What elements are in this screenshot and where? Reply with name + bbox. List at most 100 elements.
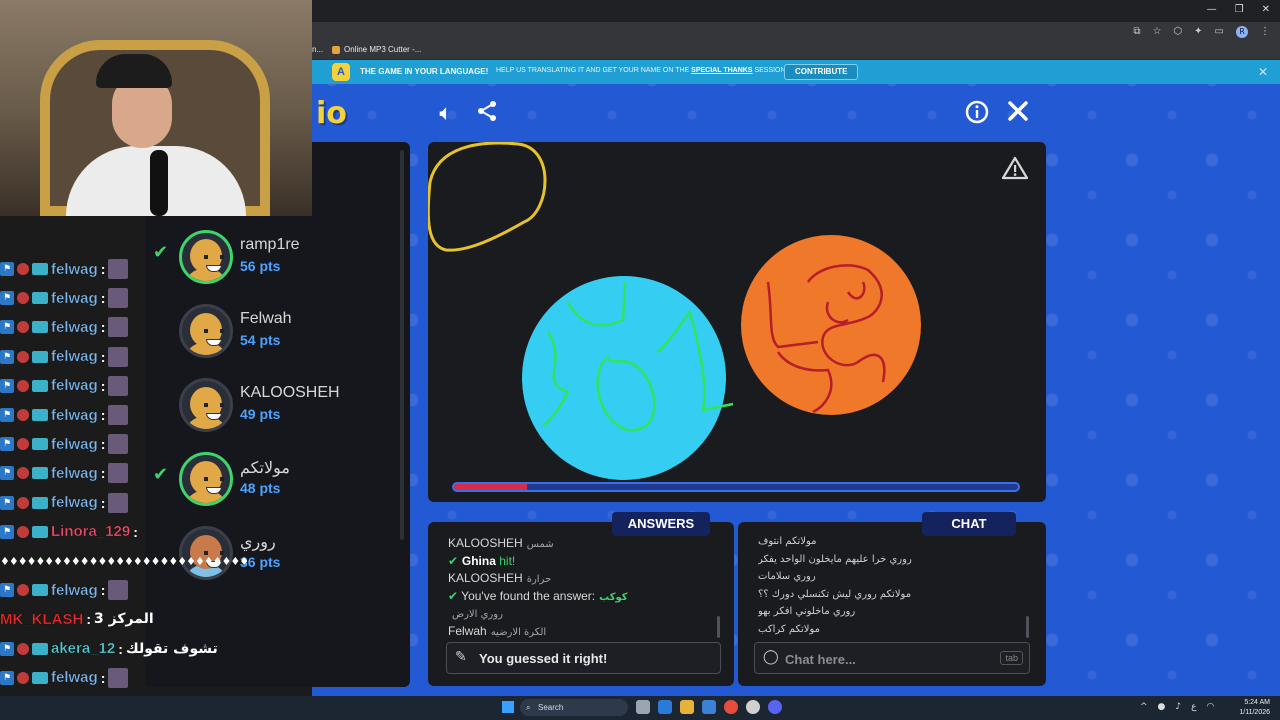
stream-chat-username[interactable]: felwag — [51, 436, 98, 453]
stream-chat-colon: : — [100, 669, 106, 686]
avatar-eyes — [204, 255, 224, 259]
chat-scrollbar[interactable] — [1026, 616, 1029, 638]
sub-badge-icon — [17, 525, 29, 538]
player-row[interactable]: KALOOSHEH 49 pts — [145, 370, 395, 440]
file-explorer-icon[interactable] — [680, 700, 694, 714]
taskbar-clock[interactable]: 5:24 AM 1/11/2026 — [1239, 698, 1270, 718]
stream-chat-line: ⚑ felwag: — [0, 344, 129, 370]
avatar-face — [190, 313, 224, 347]
close-game-icon[interactable] — [1004, 100, 1032, 128]
players-scrollbar[interactable] — [400, 150, 404, 540]
stream-emote — [108, 434, 129, 455]
tab-key-hint: tab — [1000, 651, 1023, 665]
bookmark-favicon — [332, 45, 340, 54]
tab-answers[interactable]: ANSWERS — [612, 512, 710, 536]
chat-input-box[interactable]: ◯ tab — [754, 642, 1030, 674]
language-indicator[interactable]: ع — [1191, 702, 1196, 712]
minimize-icon[interactable]: — — [1207, 4, 1217, 15]
extension-icon[interactable]: ⬡ — [1173, 26, 1182, 38]
clock-time: 5:24 AM — [1244, 699, 1270, 706]
stream-chat-username[interactable]: felwag — [51, 669, 98, 686]
avatar-mouth — [206, 265, 222, 272]
prime-badge-icon: ⚑ — [0, 262, 14, 276]
bookmark-mp3-cutter[interactable]: Online MP3 Cutter -... — [332, 45, 421, 54]
discord-icon[interactable] — [768, 700, 782, 714]
stream-chat-line: ⚑ felwag: — [0, 665, 129, 691]
taskbar-search[interactable]: ⌕ Search — [520, 699, 628, 716]
player-row[interactable]: Felwah 54 pts — [145, 296, 395, 366]
start-icon[interactable] — [502, 701, 514, 713]
avatar-eyes — [204, 403, 224, 407]
edge-icon[interactable] — [658, 700, 672, 714]
players-panel: ✎Linora59 pts✔ramp1re56 ptsFelwah54 ptsK… — [145, 142, 410, 687]
maximize-icon[interactable]: ❐ — [1235, 4, 1244, 15]
sound-icon[interactable]: 🔈︎ — [432, 100, 460, 128]
report-warning-icon[interactable] — [1002, 156, 1028, 180]
bookmark-star-icon[interactable]: ☆ — [1152, 26, 1161, 38]
sub-badge-icon — [17, 379, 29, 392]
stream-chat-line: ⚑ felwag: — [0, 256, 129, 282]
player-row[interactable]: ✔ ramp1re 56 pts — [145, 222, 395, 292]
task-view-icon[interactable] — [636, 700, 650, 714]
stream-chat-username[interactable]: felwag — [51, 406, 98, 423]
answers-list: KALOOSHEH شمس ✔ Ghina hit! KALOOSHEH حرارة ✔ … — [448, 536, 718, 641]
stream-chat-username[interactable]: MK_KLASH — [0, 611, 83, 628]
answer-input[interactable]: ✎ You guessed it right! — [446, 642, 721, 674]
gift-badge-icon — [32, 409, 48, 421]
stream-chat-username[interactable]: felwag — [51, 377, 98, 394]
info-icon[interactable] — [963, 100, 991, 128]
wifi-icon[interactable]: ◠ — [1207, 702, 1215, 712]
sidebar-icon[interactable]: ▭ — [1215, 26, 1224, 38]
stream-chat-username[interactable]: felwag — [51, 465, 98, 482]
yellow-scribble — [428, 142, 547, 252]
contribute-button[interactable]: CONTRIBUTE — [784, 64, 859, 80]
chrome-icon[interactable] — [724, 700, 738, 714]
stream-chat-username[interactable]: felwag — [51, 494, 98, 511]
share-icon[interactable] — [473, 100, 501, 128]
profile-avatar[interactable]: R — [1236, 26, 1248, 38]
tab-chat[interactable]: CHAT — [922, 512, 1016, 536]
stream-chat-username[interactable]: felwag — [51, 582, 98, 599]
sub-badge-icon — [17, 642, 29, 655]
player-name: ramp1re — [240, 236, 300, 253]
answers-scrollbar[interactable] — [717, 616, 720, 638]
prime-badge-icon: ⚑ — [0, 641, 14, 656]
gift-badge-icon — [32, 642, 48, 655]
banner-close-icon[interactable]: ✕ — [1258, 65, 1268, 79]
puzzle-icon[interactable]: ✦ — [1194, 26, 1202, 38]
heart-spam: ♦♦♦♦♦♦♦♦♦♦♦♦♦♦♦♦♦♦♦♦♦♦♦♦♦♦♦♦ — [0, 554, 249, 568]
chat-bubble-icon: ◯ — [763, 649, 779, 665]
chevron-up-icon[interactable]: ^ — [1140, 702, 1148, 712]
stream-chat-colon: : — [100, 465, 106, 482]
stream-chat-colon: : — [100, 407, 106, 423]
chat-message: مولاتكم انتوف — [758, 536, 817, 547]
prime-badge-icon: ⚑ — [0, 408, 14, 422]
settings-icon[interactable] — [746, 700, 760, 714]
stream-chat-username[interactable]: felwag — [51, 260, 98, 277]
chat-input[interactable] — [785, 649, 995, 669]
avatar-eyes — [204, 477, 224, 481]
cast-icon[interactable]: ⧉ — [1133, 26, 1140, 38]
chat-message: مولاتكم روري ليش تكنسلي دورك ؟؟ — [758, 588, 912, 600]
system-tray: ^ ● ♪ ع ◠ — [1140, 702, 1214, 712]
stream-emote — [108, 492, 129, 513]
stream-chat-username[interactable]: felwag — [51, 290, 98, 307]
stream-chat-username[interactable]: felwag — [51, 348, 98, 365]
bookmark-truncated[interactable]: n... — [312, 45, 323, 54]
tray-app-icon[interactable]: ● — [1158, 702, 1166, 712]
menu-icon[interactable]: ⋮ — [1260, 26, 1270, 38]
stream-chat-colon: : — [100, 319, 106, 336]
mic-icon[interactable]: ♪ — [1175, 702, 1181, 712]
close-window-icon[interactable]: ✕ — [1262, 4, 1270, 15]
guessed-check-icon: ✔ — [153, 242, 169, 263]
stream-chat-username[interactable]: felwag — [51, 319, 98, 336]
prime-badge-icon: ⚑ — [0, 349, 14, 364]
store-icon[interactable] — [702, 700, 716, 714]
special-thanks-link[interactable]: SPECIAL THANKS — [691, 67, 752, 74]
stream-chat-username[interactable]: Linora_129 — [51, 523, 131, 540]
stream-chat-username[interactable]: akera_12 — [51, 640, 116, 657]
drawing-canvas[interactable] — [428, 142, 1046, 502]
gift-badge-icon — [32, 263, 48, 275]
player-row[interactable]: ✔ مولاتكم 48 pts — [145, 444, 395, 514]
stream-chat-line: ⚑ felwag: — [0, 314, 129, 340]
